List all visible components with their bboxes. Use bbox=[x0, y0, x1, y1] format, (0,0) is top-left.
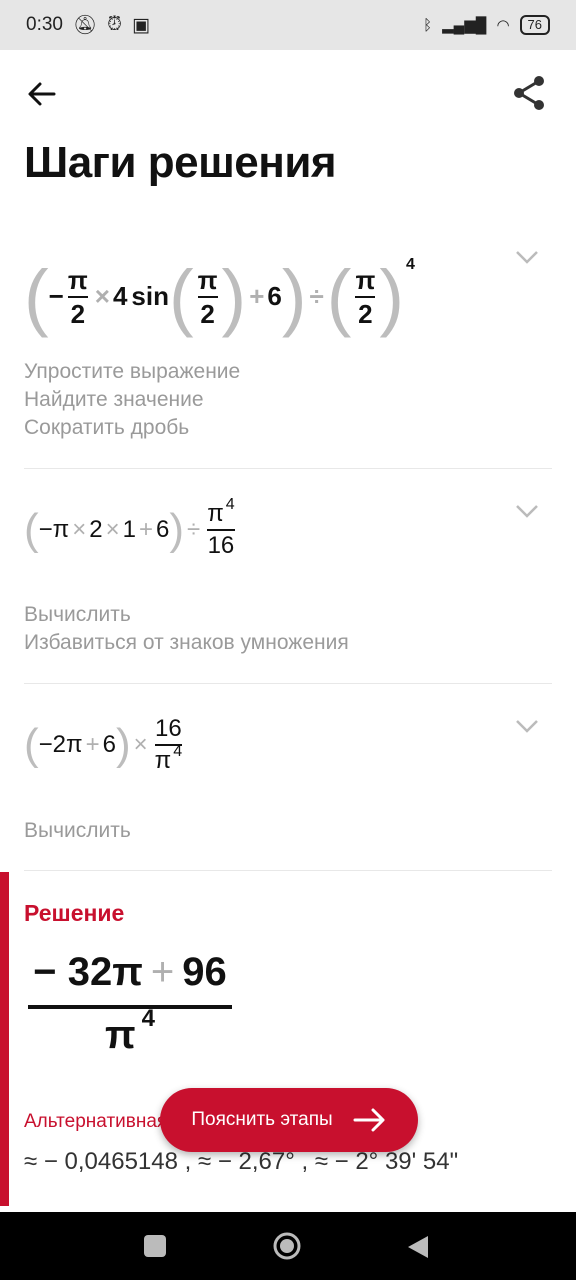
chevron-down-icon[interactable] bbox=[514, 717, 540, 735]
status-time: 0:30 bbox=[26, 14, 63, 35]
step-1-description: Сократить дробь bbox=[24, 416, 190, 439]
back-triangle-icon[interactable] bbox=[406, 1234, 430, 1260]
alarm-icon: ⏰︎ bbox=[107, 14, 122, 35]
step-2-description: Избавиться от знаков умножения bbox=[24, 631, 349, 654]
step-3-expression: ( −2π + 6 ) × 16 π 4 bbox=[24, 715, 183, 774]
step-2[interactable]: ( −π × 2 × 1 + 6 ) ÷ π 4 16 Вычислить Изба… bbox=[24, 496, 552, 683]
signal-icon: ▂▄▆█ bbox=[442, 17, 487, 34]
step-1-expression: ( − π2 × 4 sin ( π2 ) + 6 ) ÷ ( π2 ) 4 bbox=[24, 255, 415, 338]
app-bar bbox=[0, 50, 576, 140]
step-3[interactable]: ( −2π + 6 ) × 16 π 4 Вычислить bbox=[24, 713, 552, 870]
system-nav-bar bbox=[0, 1212, 576, 1280]
home-icon[interactable] bbox=[272, 1231, 302, 1261]
bluetooth-icon: ᛒ bbox=[423, 16, 433, 34]
divider bbox=[24, 683, 552, 684]
solution-fraction: − 32π + 96 π4 bbox=[28, 950, 232, 1058]
share-icon[interactable] bbox=[512, 74, 546, 112]
arrow-left-icon[interactable] bbox=[24, 76, 60, 112]
solution-numerator-plus: + bbox=[150, 950, 175, 994]
solution-numerator-part: 96 bbox=[182, 950, 227, 994]
alternative-form-values: ≈ − 0,0465148 , ≈ − 2,67° , ≈ − 2° 39' 5… bbox=[24, 1148, 459, 1175]
wifi-icon: ◠ bbox=[496, 17, 510, 34]
step-1-description: Упростите выражение bbox=[24, 360, 241, 383]
chevron-down-icon[interactable] bbox=[514, 248, 540, 266]
divider bbox=[24, 870, 552, 871]
step-1-description: Найдите значение bbox=[24, 388, 204, 411]
step-3-description: Вычислить bbox=[24, 819, 131, 842]
battery-indicator: 76 bbox=[519, 15, 550, 35]
explain-steps-button[interactable]: Пояснить этапы bbox=[160, 1088, 418, 1152]
divider bbox=[24, 468, 552, 469]
explain-steps-label: Пояснить этапы bbox=[191, 1109, 333, 1130]
chevron-down-icon[interactable] bbox=[514, 502, 540, 520]
solution-accent-bar bbox=[0, 872, 9, 1206]
solution-denominator: π bbox=[105, 1013, 136, 1057]
recents-icon[interactable] bbox=[144, 1235, 166, 1257]
solution-denominator-exponent: 4 bbox=[141, 1005, 155, 1032]
page-title: Шаги решения bbox=[24, 138, 337, 187]
arrow-right-icon bbox=[353, 1108, 385, 1132]
solution-numerator-part: − 32π bbox=[33, 950, 143, 994]
step-2-description: Вычислить bbox=[24, 603, 131, 626]
step-2-expression: ( −π × 2 × 1 + 6 ) ÷ π 4 16 bbox=[24, 496, 235, 559]
nfc-icon: ▣ bbox=[131, 14, 150, 36]
solution-label: Решение bbox=[24, 900, 125, 926]
mute-icon: 🔕︎ bbox=[72, 15, 98, 36]
status-bar: 0:30 🔕︎ ⏰︎ ▣ ᛒ ▂▄▆█ ◠ 76 bbox=[0, 0, 576, 50]
step-1[interactable]: ( − π2 × 4 sin ( π2 ) + 6 ) ÷ ( π2 ) 4 У… bbox=[24, 240, 552, 468]
